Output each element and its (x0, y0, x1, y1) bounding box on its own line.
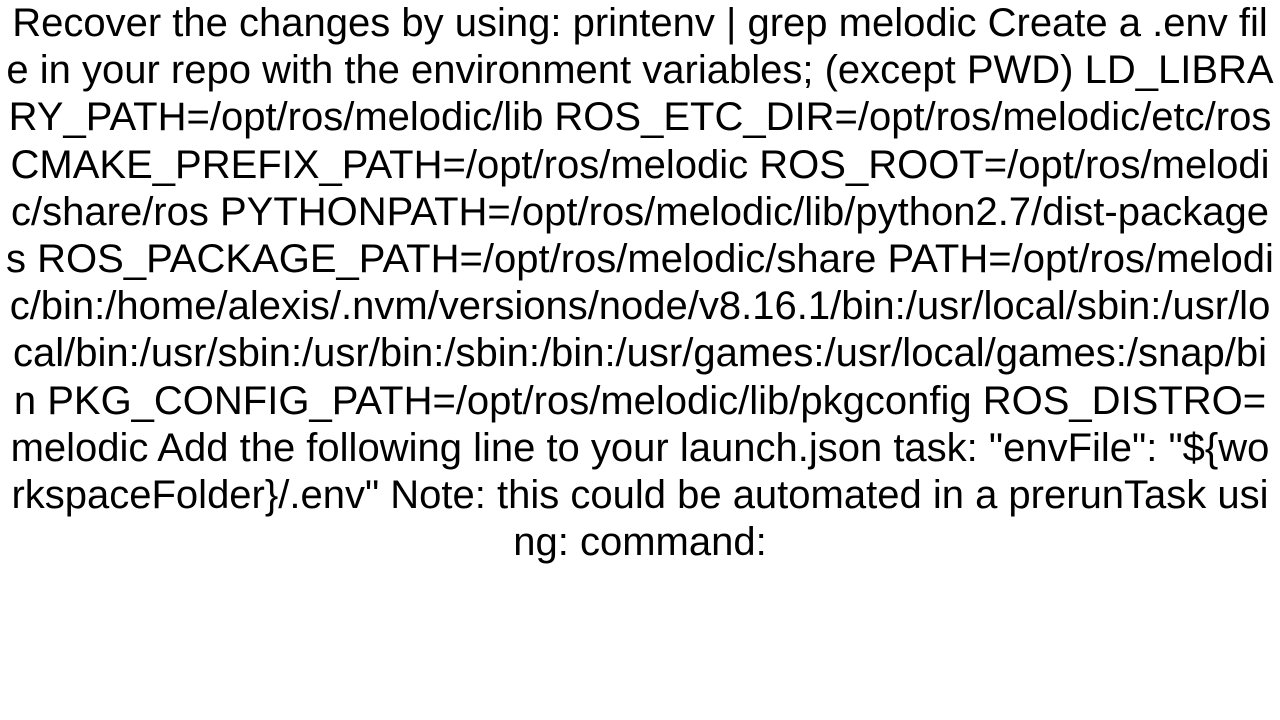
body-text: Recover the changes by using: printenv |… (4, 0, 1276, 566)
document-body: Recover the changes by using: printenv |… (0, 0, 1280, 720)
